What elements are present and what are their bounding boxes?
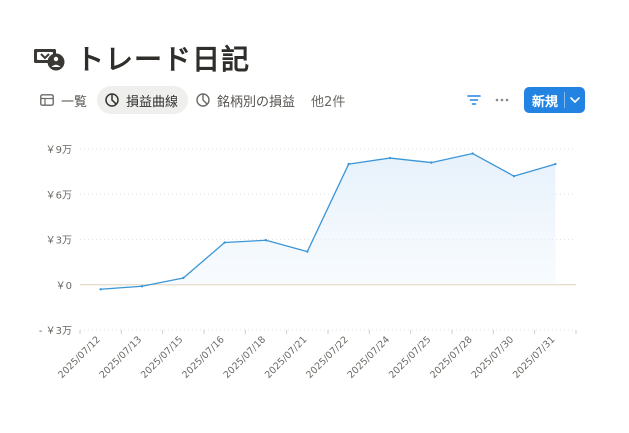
x-tick-label: 2025/07/22 [304,334,351,381]
x-tick-label: 2025/07/13 [98,334,145,381]
data-point [182,276,185,280]
data-point [471,152,474,155]
data-point [512,174,516,178]
data-point [306,250,309,253]
data-point [430,161,433,164]
y-tick-label: ￥0 [56,281,72,292]
data-point [140,285,144,288]
y-tick-label: ￥9万 [46,145,72,156]
pnl-curve-chart: ￥9万￥6万￥3万￥0- ￥3万2025/07/122025/07/132025… [39,145,577,381]
x-tick-label: 2025/07/16 [180,334,227,381]
y-tick-label: - ￥3万 [39,326,72,337]
y-tick-label: ￥6万 [46,190,72,201]
data-point [223,241,226,244]
data-point [99,288,102,291]
x-tick-label: 2025/07/25 [387,334,434,381]
data-point [347,162,350,166]
data-point [388,156,392,160]
data-point [264,239,268,242]
y-tick-label: ￥3万 [46,236,72,247]
x-tick-label: 2025/07/31 [511,334,558,381]
data-point [554,162,557,166]
series-area [100,153,556,290]
x-tick-label: 2025/07/21 [263,334,310,381]
x-tick-label: 2025/07/18 [222,334,269,381]
x-tick-label: 2025/07/30 [470,334,517,381]
x-tick-label: 2025/07/15 [139,334,186,381]
x-tick-label: 2025/07/12 [56,334,103,381]
x-tick-label: 2025/07/24 [346,334,393,381]
x-tick-label: 2025/07/28 [428,334,475,381]
